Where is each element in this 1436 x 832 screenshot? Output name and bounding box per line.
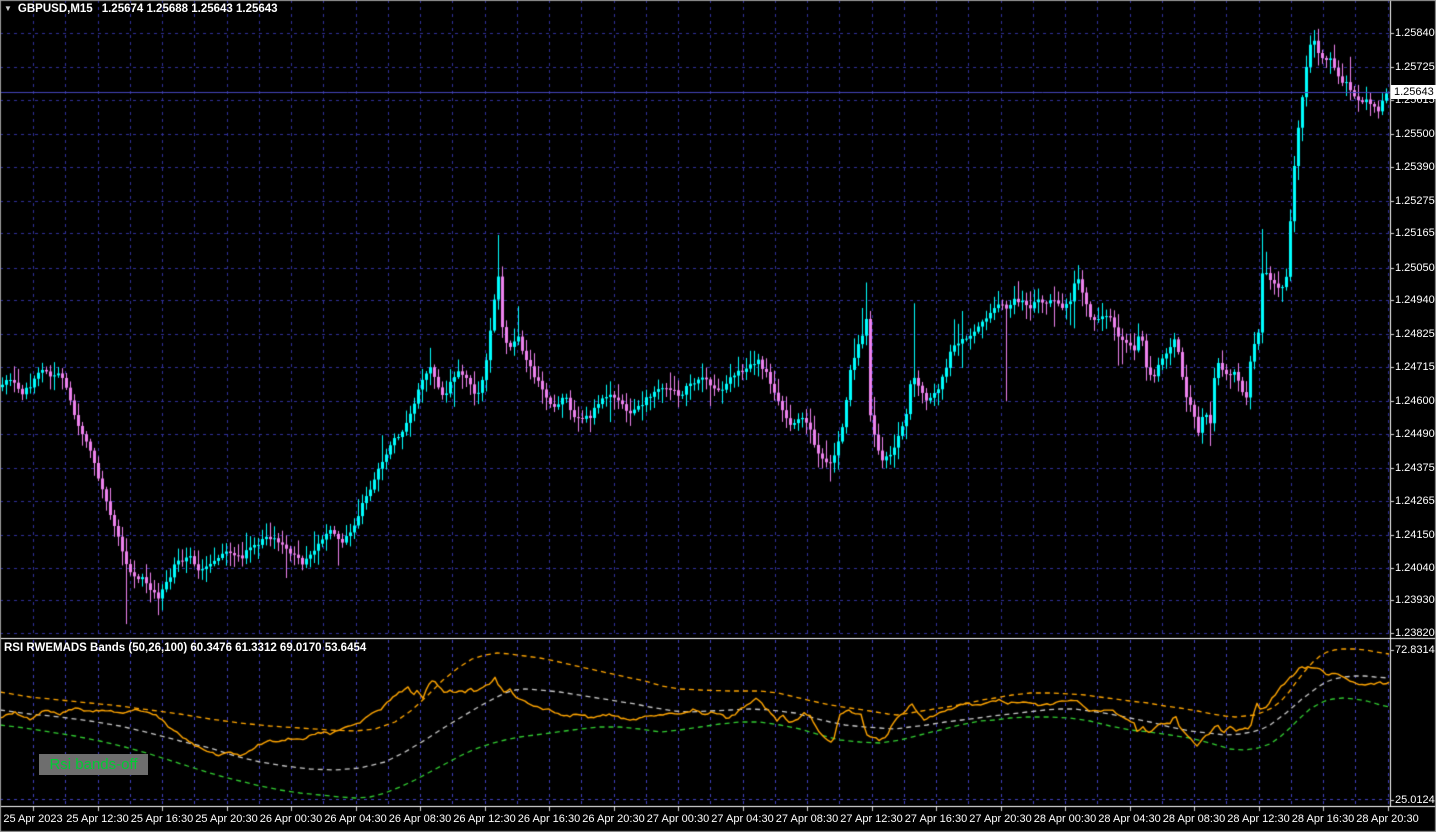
price-axis-label: 1.25390 (1395, 160, 1435, 173)
chart-canvas[interactable] (0, 0, 1436, 832)
time-axis-label: 27 Apr 08:30 (775, 813, 839, 825)
time-axis-label: 28 Apr 12:30 (1227, 813, 1290, 825)
price-axis-label: 1.25275 (1395, 194, 1435, 207)
indicator-label: RSI RWEMADS Bands (50,26,100) 60.3476 61… (4, 642, 367, 654)
price-axis-label: 1.25840 (1395, 27, 1435, 39)
time-axis-label: 25 Apr 20:30 (195, 813, 258, 825)
price-axis-label: 1.25165 (1395, 227, 1435, 240)
rsi-bands-off-button[interactable]: Rsi bands-off (39, 754, 148, 775)
price-axis-label: 1.24375 (1395, 462, 1435, 475)
price-axis-label: 1.24490 (1395, 427, 1435, 440)
time-axis-label: 26 Apr 16:30 (517, 813, 581, 825)
time-axis-label: 28 Apr 08:30 (1162, 813, 1226, 825)
price-axis-label: 1.25725 (1395, 61, 1435, 74)
ohlc-quotes-label: 1.25674 1.25688 1.25643 1.25643 (101, 3, 278, 15)
price-axis-label: 1.23820 (1395, 627, 1435, 639)
time-axis-label: 26 Apr 00:30 (259, 813, 323, 825)
indicator-axis-min-label: 25.0124 (1395, 794, 1435, 806)
indicator-axis-max-label: 72.8314 (1395, 644, 1435, 656)
price-axis-label: 1.24150 (1395, 528, 1435, 541)
price-axis-label: 1.25050 (1395, 261, 1435, 274)
time-axis-label: 27 Apr 04:30 (711, 813, 774, 825)
price-axis-label: 1.24265 (1395, 494, 1435, 507)
time-axis-label: 25 Apr 16:30 (130, 813, 194, 825)
price-axis-label: 1.23930 (1395, 594, 1435, 607)
time-axis-label: 26 Apr 04:30 (324, 813, 387, 825)
time-axis-label: 25 Apr 2023 (3, 813, 63, 825)
time-axis-label: 26 Apr 20:30 (582, 813, 645, 825)
mt4-chart-window: ▼ GBPUSD,M15 1.25674 1.25688 1.25643 1.256… (0, 0, 1436, 832)
time-axis-label: 27 Apr 16:30 (904, 813, 968, 825)
symbol-timeframe-label: GBPUSD,M15 (17, 3, 93, 15)
price-axis-label: 1.24040 (1395, 561, 1435, 574)
price-axis-label: 1.25500 (1395, 127, 1435, 140)
time-axis-label: 26 Apr 08:30 (388, 813, 452, 825)
current-price-tag: 1.25643 (1391, 84, 1436, 99)
time-axis-label: 28 Apr 20:30 (1356, 813, 1419, 825)
time-axis-label: 28 Apr 04:30 (1098, 813, 1161, 825)
time-axis-label: 26 Apr 12:30 (453, 813, 516, 825)
price-axis-label: 1.24940 (1395, 294, 1435, 307)
time-axis-label: 27 Apr 00:30 (646, 813, 710, 825)
chart-title: ▼ GBPUSD,M15 1.25674 1.25688 1.25643 1.256… (4, 3, 278, 15)
time-axis-label: 27 Apr 12:30 (840, 813, 903, 825)
price-axis-label: 1.24715 (1395, 361, 1435, 374)
price-axis-label: 1.24600 (1395, 395, 1435, 408)
time-axis-label: 28 Apr 00:30 (1033, 813, 1097, 825)
collapse-triangle-icon[interactable]: ▼ (4, 4, 12, 13)
time-axis-label: 28 Apr 16:30 (1291, 813, 1355, 825)
price-axis-label: 1.24825 (1395, 328, 1435, 341)
time-axis-label: 27 Apr 20:30 (969, 813, 1032, 825)
time-axis-label: 25 Apr 12:30 (66, 813, 129, 825)
